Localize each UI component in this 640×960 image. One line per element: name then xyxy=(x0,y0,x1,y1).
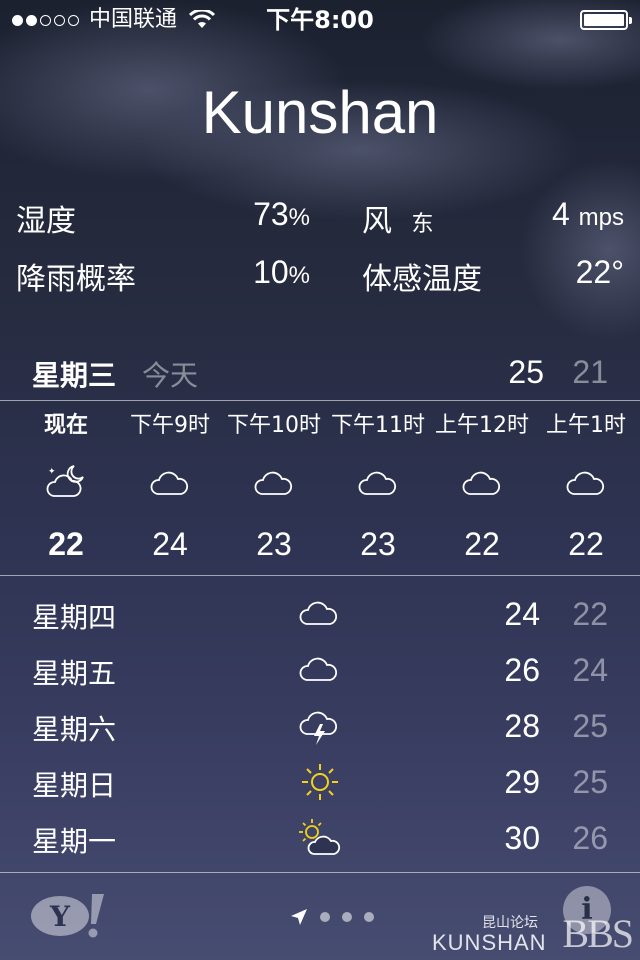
day-name: 星期四 xyxy=(32,601,117,634)
watermark-name: KUNSHAN xyxy=(432,930,547,955)
hour-label: 下午11时 xyxy=(331,413,425,438)
city-name: Kunshan xyxy=(201,79,439,146)
hourly-forecast[interactable]: 现在 ✦ 22 下午9时 24 下午10时 23 下午11时 23 上午12时 … xyxy=(14,408,640,563)
hour-column: 下午10时 23 xyxy=(222,408,326,563)
divider xyxy=(0,575,640,576)
battery-icon xyxy=(580,10,632,30)
hour-temp: 23 xyxy=(256,526,292,562)
partly-sunny-icon xyxy=(299,819,341,855)
day-name: 星期日 xyxy=(32,769,117,802)
day-name: 星期六 xyxy=(32,713,117,746)
night-partly-cloudy-icon: ✦ xyxy=(46,465,84,497)
day-name: 星期一 xyxy=(32,825,117,858)
today-day: 星期三 xyxy=(32,359,117,392)
cloud-background xyxy=(0,0,640,340)
yahoo-logo[interactable]: Y xyxy=(30,890,112,940)
hour-column: 现在 ✦ 22 xyxy=(14,408,118,563)
svg-text:Y: Y xyxy=(49,900,71,933)
hour-column: 下午11时 23 xyxy=(326,408,430,563)
day-high: 28 xyxy=(504,708,540,744)
status-time: 下午8:00 xyxy=(266,6,374,34)
page-dot xyxy=(320,912,330,922)
location-arrow-icon xyxy=(291,909,307,925)
cloud-icon xyxy=(462,471,501,495)
hour-temp: 24 xyxy=(152,526,188,562)
hour-column: 下午9时 24 xyxy=(118,408,222,563)
list-item: 星期五 26 24 xyxy=(0,642,640,698)
day-low: 25 xyxy=(572,764,608,800)
day-low: 25 xyxy=(572,708,608,744)
page-dot xyxy=(342,912,352,922)
cloud-icon xyxy=(566,471,605,495)
humidity-label: 湿度 xyxy=(16,204,76,239)
feels-like-label: 体感温度 xyxy=(362,262,482,297)
feels-like-value: 22° xyxy=(575,254,624,290)
today-high: 25 xyxy=(508,354,544,390)
today-row: 星期三 今天 25 21 xyxy=(0,348,640,400)
bottom-bar: Y i 昆山论坛 KUNSHAN BBS xyxy=(0,872,640,960)
page-indicator[interactable] xyxy=(290,908,374,926)
hour-temp: 22 xyxy=(48,526,84,562)
day-low: 24 xyxy=(572,652,608,688)
day-high: 30 xyxy=(504,820,540,856)
hour-label: 下午10时 xyxy=(227,413,321,438)
list-item: 星期一 30 26 xyxy=(0,810,640,866)
today-low: 21 xyxy=(572,354,608,390)
list-item: 星期日 29 25 xyxy=(0,754,640,810)
divider xyxy=(0,400,640,401)
rain-chance-label: 降雨概率 xyxy=(16,262,136,297)
cloud-icon xyxy=(358,471,397,495)
daily-forecast: 星期四 24 22 星期五 26 24 星期六 28 25 星期日 29 25 … xyxy=(0,586,640,866)
day-low: 26 xyxy=(572,820,608,856)
hour-temp: 22 xyxy=(464,526,500,562)
cloud-icon xyxy=(254,471,293,495)
cloud-icon xyxy=(150,471,189,495)
hour-label: 现在 xyxy=(43,413,88,438)
day-high: 24 xyxy=(504,596,540,632)
wind-label: 风 东 xyxy=(362,204,434,239)
list-item: 星期四 24 22 xyxy=(0,586,640,642)
hour-column: 上午1时 22 xyxy=(534,408,638,563)
hour-temp: 22 xyxy=(568,526,604,562)
watermark-cn: 昆山论坛 xyxy=(482,915,538,931)
today-label: 今天 xyxy=(142,359,199,392)
day-name: 星期五 xyxy=(32,657,117,690)
hour-label: 下午9时 xyxy=(130,413,210,438)
rain-chance-value: 10% xyxy=(253,254,310,290)
wind-direction: 东 xyxy=(411,212,434,237)
page-dot xyxy=(364,912,374,922)
hour-column: 上午12时 22 xyxy=(430,408,534,563)
list-item: 星期六 28 25 xyxy=(0,698,640,754)
day-high: 29 xyxy=(504,764,540,800)
status-bar: 中国联通 下午8:00 xyxy=(0,0,640,40)
hour-label: 上午12时 xyxy=(435,413,529,438)
humidity-value: 73% xyxy=(253,196,310,232)
day-high: 26 xyxy=(504,652,540,688)
cloud-icon xyxy=(299,657,338,681)
cloud-icon xyxy=(299,601,338,625)
wind-value: 4 mps xyxy=(551,196,624,232)
yahoo-icon: Y xyxy=(31,894,104,938)
svg-text:✦: ✦ xyxy=(48,467,56,477)
watermark: 昆山论坛 KUNSHAN BBS xyxy=(432,911,634,956)
hour-temp: 23 xyxy=(360,526,396,562)
thunderstorm-icon xyxy=(299,711,338,745)
watermark-bbs: BBS xyxy=(562,911,634,956)
sun-icon xyxy=(302,764,338,800)
hour-label: 上午1时 xyxy=(546,413,626,438)
day-low: 22 xyxy=(572,596,608,632)
